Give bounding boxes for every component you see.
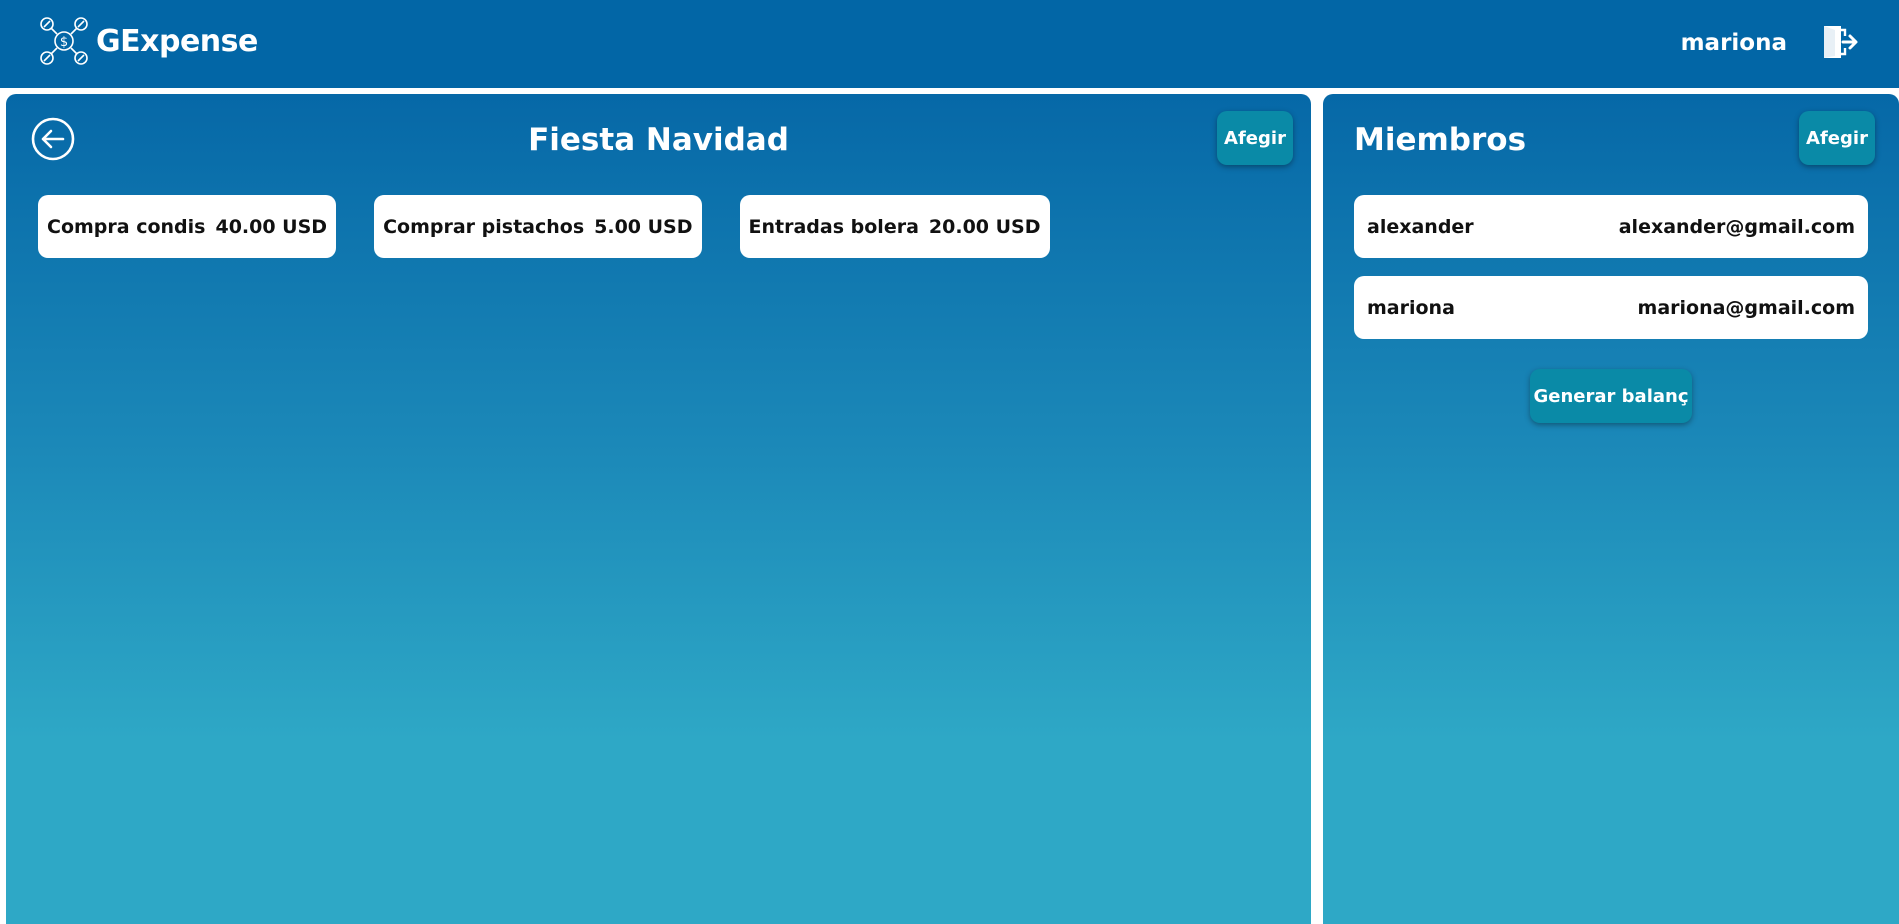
expense-card[interactable]: Entradas bolera 20.00 USD <box>739 195 1050 258</box>
logout-door-icon[interactable] <box>1821 24 1861 60</box>
brand[interactable]: $ GExpense <box>38 16 258 66</box>
current-username: mariona <box>1680 30 1787 56</box>
member-list: alexander alexander@gmail.com mariona ma… <box>1354 195 1868 357</box>
expense-name: Compra condis <box>47 215 206 238</box>
add-expense-button[interactable]: Afegir <box>1217 111 1293 165</box>
top-navbar: $ GExpense mariona <box>0 0 1899 88</box>
member-name: alexander <box>1367 215 1474 238</box>
expense-name: Entradas bolera <box>748 215 919 238</box>
svg-text:$: $ <box>60 35 68 50</box>
expense-card[interactable]: Compra condis 40.00 USD <box>38 195 337 258</box>
member-row: mariona mariona@gmail.com <box>1354 276 1868 339</box>
member-email: mariona@gmail.com <box>1637 296 1855 319</box>
members-panel: Miembros Afegir alexander alexander@gmai… <box>1323 94 1899 924</box>
members-title: Miembros <box>1354 122 1527 158</box>
group-title: Fiesta Navidad <box>528 122 789 158</box>
expense-amount: 5.00 USD <box>594 215 693 238</box>
generate-balance-button[interactable]: Generar balanç <box>1530 369 1692 423</box>
expense-amount: 20.00 USD <box>928 215 1041 238</box>
expense-name: Comprar pistachos <box>383 215 585 238</box>
add-member-button[interactable]: Afegir <box>1799 111 1875 165</box>
member-row: alexander alexander@gmail.com <box>1354 195 1868 258</box>
member-name: mariona <box>1367 296 1455 319</box>
expense-card[interactable]: Comprar pistachos 5.00 USD <box>374 195 702 258</box>
money-network-logo-icon: $ <box>40 17 88 65</box>
expense-amount: 40.00 USD <box>215 215 328 238</box>
expense-list: Compra condis 40.00 USD Comprar pistacho… <box>38 195 1050 258</box>
member-email: alexander@gmail.com <box>1618 215 1855 238</box>
app-name: GExpense <box>96 23 258 59</box>
group-expenses-panel: Fiesta Navidad Afegir Compra condis 40.0… <box>6 94 1311 924</box>
